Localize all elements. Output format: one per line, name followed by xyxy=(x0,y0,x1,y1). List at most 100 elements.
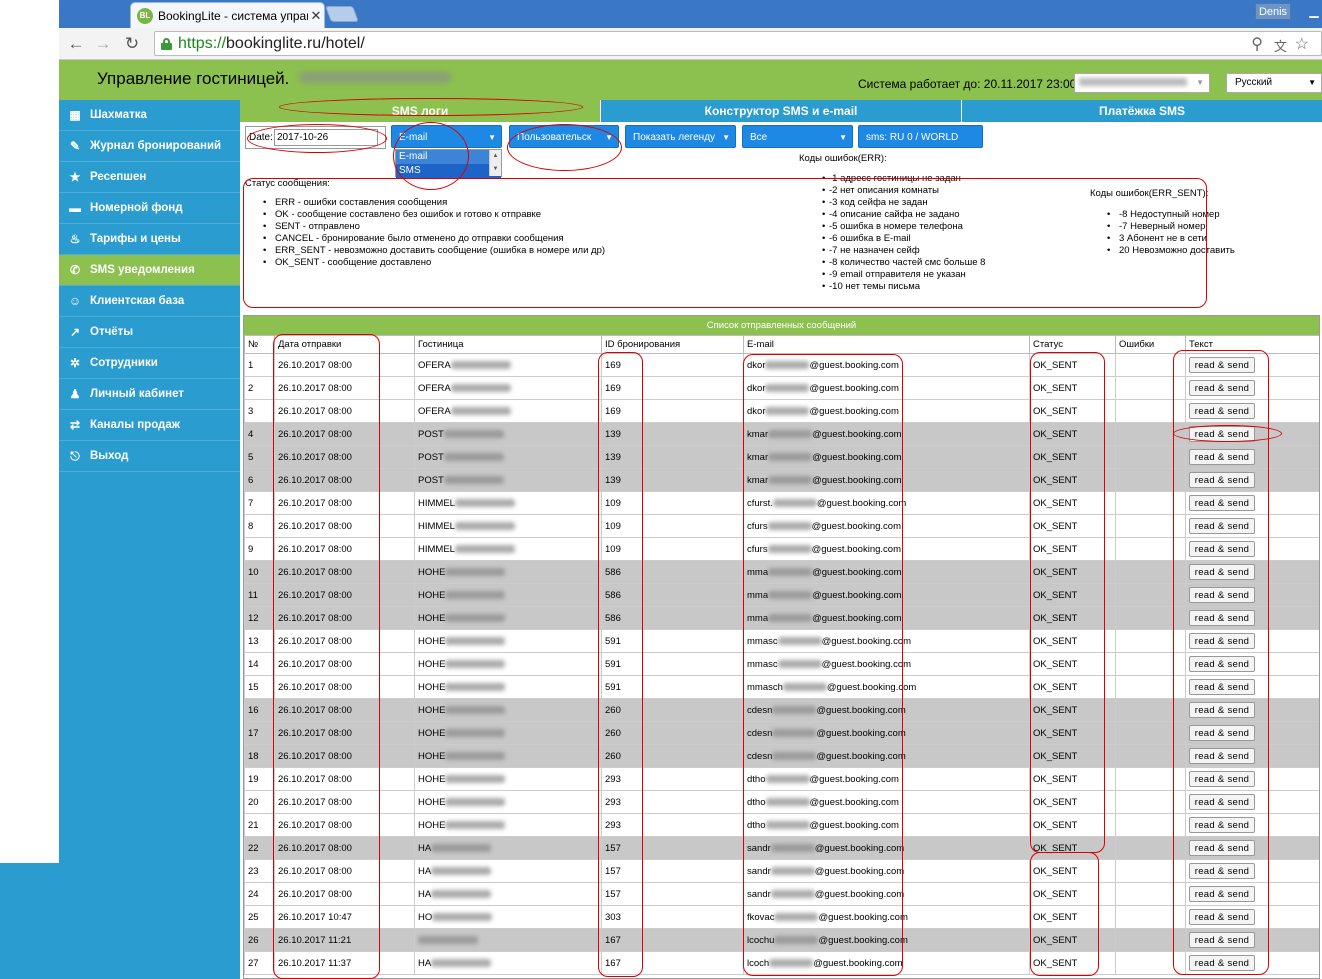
send-date-cell: 26.10.2017 08:00 xyxy=(274,560,415,584)
error-codes-title: Коды ошибок(ERR): xyxy=(799,153,887,164)
tab-sms-payment[interactable]: Платёжка SMS xyxy=(961,100,1322,122)
read-and-send-button[interactable]: read & send xyxy=(1189,794,1255,810)
language-select[interactable]: Русский ▼ xyxy=(1226,73,1322,93)
sidebar-item[interactable]: ✆ SMS уведомления xyxy=(59,255,240,286)
read-and-send-button[interactable]: read & send xyxy=(1189,610,1255,626)
read-and-send-button[interactable]: read & send xyxy=(1189,886,1255,902)
errors-cell xyxy=(1115,767,1186,791)
column-header[interactable]: Статус xyxy=(1029,335,1116,354)
browser-user-badge[interactable]: Denis xyxy=(1255,3,1291,20)
read-and-send-button[interactable]: read & send xyxy=(1189,472,1255,488)
row-number-cell: 27 xyxy=(244,951,275,975)
read-and-send-button[interactable]: read & send xyxy=(1189,541,1255,557)
read-and-send-button[interactable]: read & send xyxy=(1189,702,1255,718)
read-and-send-button[interactable]: read & send xyxy=(1189,932,1255,948)
reload-icon[interactable]: ↻ xyxy=(121,34,143,54)
sidebar-item[interactable]: ▦ Шахматка xyxy=(59,100,240,131)
row-number-cell-text: 6 xyxy=(248,474,254,486)
sidebar-item[interactable]: ♨ Тарифы и цены xyxy=(59,224,240,255)
user-select[interactable]: Пользовательск ▼ xyxy=(509,125,619,148)
read-and-send-button[interactable]: read & send xyxy=(1189,955,1255,971)
sidebar-item[interactable]: ★ Ресепшен xyxy=(59,162,240,193)
translate-icon[interactable]: 文 xyxy=(1274,36,1287,55)
read-and-send-button[interactable]: read & send xyxy=(1189,679,1255,695)
sidebar-item[interactable]: ▬ Номерной фонд xyxy=(59,193,240,224)
read-and-send-button[interactable]: read & send xyxy=(1189,863,1255,879)
date-input[interactable] xyxy=(274,129,378,146)
address-bar[interactable]: https:// bookinglite.ru/hotel/ ⚲ 文 ☆ xyxy=(154,31,1322,56)
close-tab-icon[interactable]: ✕ xyxy=(308,8,324,24)
read-and-send-button[interactable]: read & send xyxy=(1189,380,1255,396)
zoom-icon[interactable]: ⚲ xyxy=(1251,34,1263,54)
read-and-send-button[interactable]: read & send xyxy=(1189,725,1255,741)
booking-id-cell-text: 139 xyxy=(605,474,621,486)
read-and-send-button[interactable]: read & send xyxy=(1189,656,1255,672)
booking-id-cell: 260 xyxy=(601,698,744,722)
redacted-text xyxy=(443,475,504,484)
send-date-cell: 26.10.2017 08:00 xyxy=(274,468,415,492)
read-and-send-button[interactable]: read & send xyxy=(1189,449,1255,465)
redacted-text xyxy=(765,406,810,415)
hotel-cell-text: HOHE xyxy=(418,566,446,578)
status-cell: OK_SENT xyxy=(1029,905,1116,929)
status-select[interactable]: Все ▼ xyxy=(742,125,853,148)
read-and-send-button[interactable]: read & send xyxy=(1189,909,1255,925)
sidebar-item[interactable]: ☺ Клиентская база xyxy=(59,286,240,317)
errors-cell xyxy=(1115,445,1186,469)
sidebar-item[interactable]: ✲ Сотрудники xyxy=(59,348,240,379)
status-cell-text: OK_SENT xyxy=(1033,405,1078,417)
text-cell: read & send xyxy=(1185,744,1319,768)
sidebar-item[interactable]: ↗ Отчёты xyxy=(59,317,240,348)
read-and-send-button[interactable]: read & send xyxy=(1189,817,1255,833)
column-header[interactable]: ID бронирования xyxy=(601,335,744,354)
read-and-send-button[interactable]: read & send xyxy=(1189,771,1255,787)
email-domain-part: @guest.booking.com xyxy=(812,451,902,463)
email-domain-part: @guest.booking.com xyxy=(812,474,902,486)
sms-balance-button[interactable]: sms: RU 0 / WORLD 1330 xyxy=(858,125,983,166)
errors-cell xyxy=(1115,675,1186,699)
url-scheme: https:// xyxy=(178,34,227,52)
redacted-text xyxy=(767,521,812,530)
err-sent-code-item: 20 Невозможно доставить xyxy=(1107,245,1235,257)
new-tab-button[interactable] xyxy=(325,6,359,22)
account-select[interactable]: ▼ xyxy=(1074,73,1210,93)
column-header[interactable]: Дата отправки xyxy=(274,335,415,354)
read-and-send-button[interactable]: read & send xyxy=(1189,403,1255,419)
column-header[interactable]: Гостиница xyxy=(414,335,602,354)
row-number-cell: 1 xyxy=(244,353,275,377)
send-date-cell-text: 26.10.2017 08:00 xyxy=(278,612,352,624)
sidebar-item[interactable]: ⎋ Выход xyxy=(59,441,240,472)
legend-select[interactable]: Показать легенду ▼ xyxy=(625,125,736,148)
read-and-send-button[interactable]: read & send xyxy=(1189,357,1255,373)
tab-sms-email-builder[interactable]: Конструктор SMS и e-mail xyxy=(600,100,961,122)
table-row: 25 26.10.2017 10:47 HO 303 fkovac @guest.book… xyxy=(244,905,1319,929)
read-and-send-button[interactable]: read & send xyxy=(1189,564,1255,580)
hotel-cell-text: HOHE xyxy=(418,704,446,716)
back-arrow-icon[interactable]: ← xyxy=(65,34,87,54)
sidebar-item[interactable]: ♟ Личный кабинет xyxy=(59,379,240,410)
read-and-send-button[interactable]: read & send xyxy=(1189,748,1255,764)
booking-id-cell: 293 xyxy=(601,767,744,791)
channel-select[interactable]: E-mail ▼ xyxy=(391,125,502,148)
read-and-send-button[interactable]: read & send xyxy=(1189,633,1255,649)
forward-arrow-icon[interactable]: → xyxy=(92,34,114,54)
minimize-window-icon[interactable]: ▁ xyxy=(1302,2,1322,20)
column-header[interactable]: E-mail xyxy=(743,335,1030,354)
send-date-cell: 26.10.2017 08:00 xyxy=(274,514,415,538)
read-and-send-button[interactable]: read & send xyxy=(1189,426,1255,442)
sidebar-item[interactable]: ⇄ Каналы продаж xyxy=(59,410,240,441)
row-number-cell: 3 xyxy=(244,399,275,423)
read-and-send-button[interactable]: read & send xyxy=(1189,840,1255,856)
email-cell: mmasc @guest.booking.com xyxy=(743,629,1030,653)
tab-sms-logs[interactable]: SMS логи xyxy=(240,100,600,122)
read-and-send-button[interactable]: read & send xyxy=(1189,495,1255,511)
browser-tab[interactable]: BL BookingLite - система управ ✕ xyxy=(130,2,325,28)
sidebar-item[interactable]: ✎ Журнал бронирований xyxy=(59,131,240,162)
text-cell: read & send xyxy=(1185,905,1319,929)
read-and-send-button[interactable]: read & send xyxy=(1189,518,1255,534)
status-cell-text: OK_SENT xyxy=(1033,911,1078,923)
bookmark-star-icon[interactable]: ☆ xyxy=(1295,34,1309,54)
sidebar-item-label: Тарифы и цены xyxy=(90,233,181,245)
email-domain-part: @guest.booking.com xyxy=(812,589,902,601)
read-and-send-button[interactable]: read & send xyxy=(1189,587,1255,603)
